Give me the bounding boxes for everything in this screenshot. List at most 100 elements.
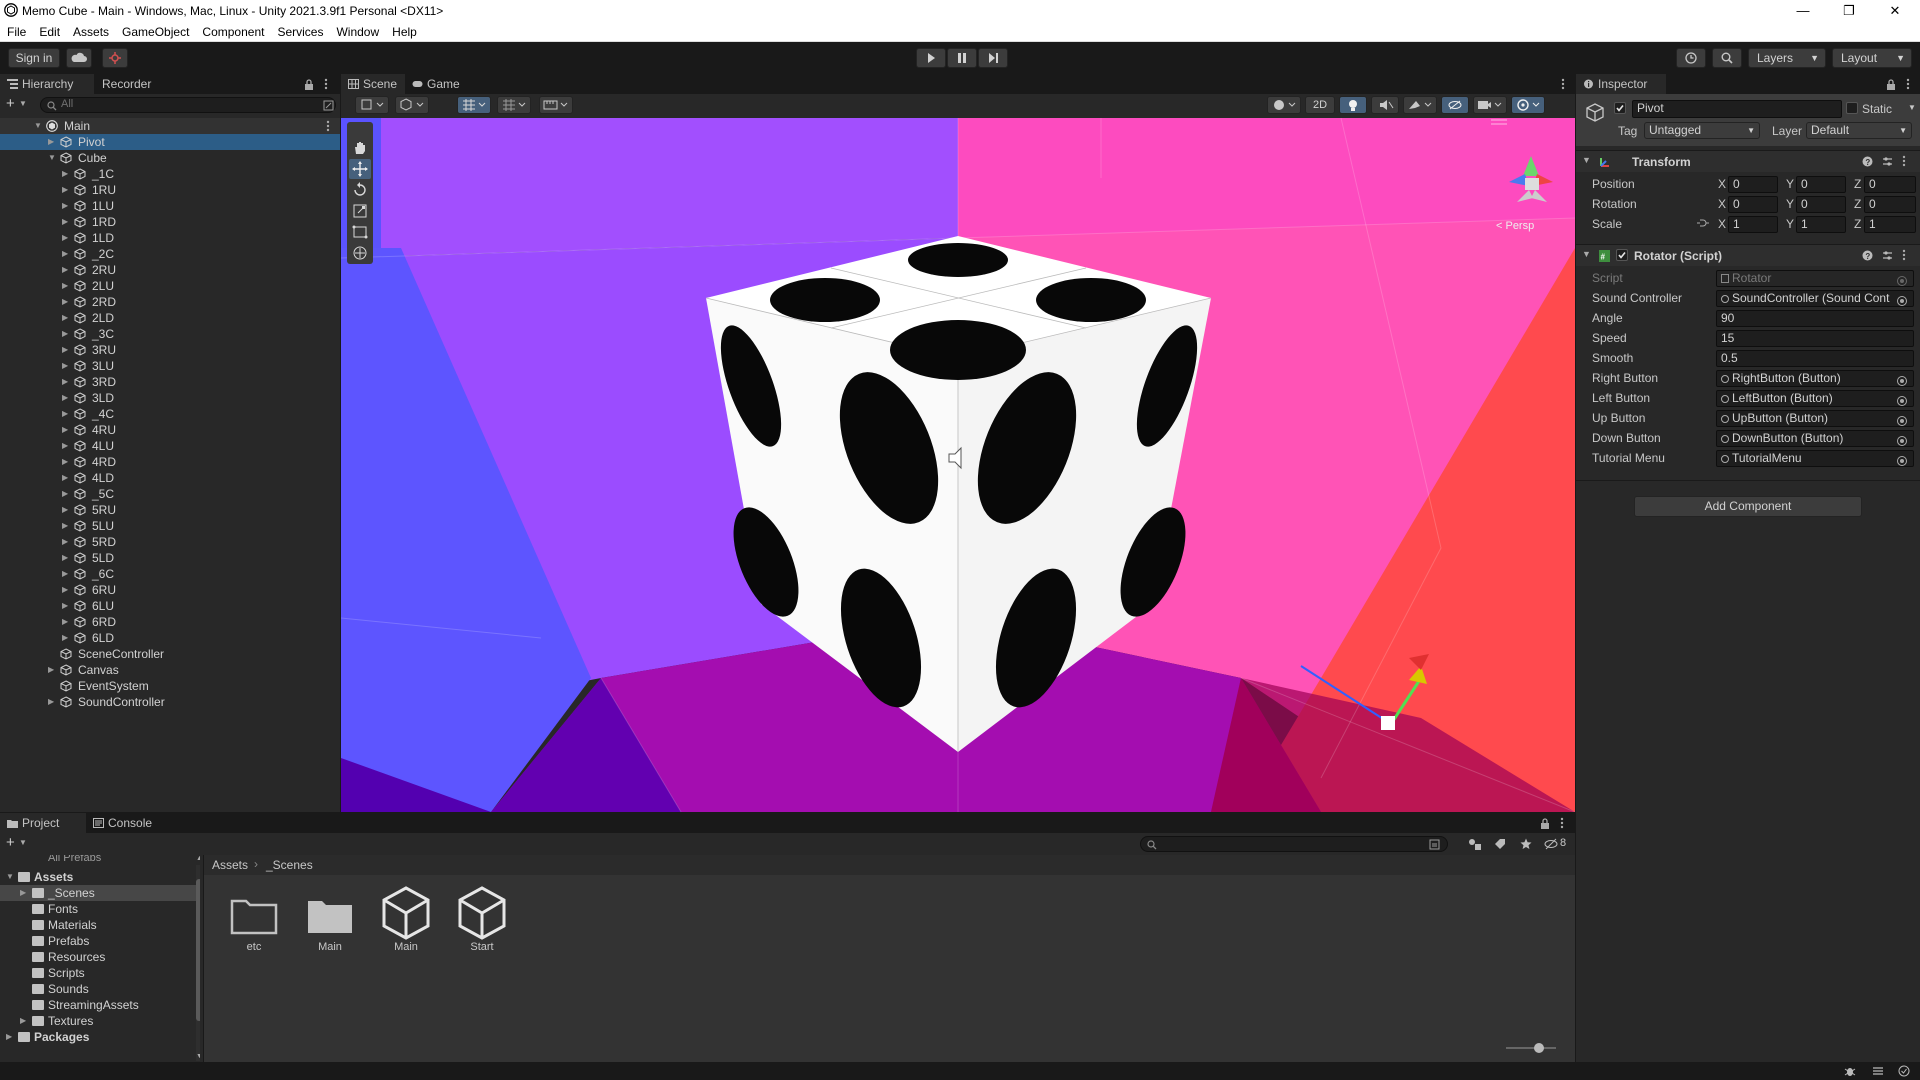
tab-recorder[interactable]: Recorder [94,74,159,94]
project-tree-item[interactable]: Resources [0,949,200,965]
tree-scrollbar-thumb[interactable] [196,879,200,1021]
layout-dropdown[interactable]: Layout ▼ [1832,48,1912,68]
fold-closed-icon[interactable]: ▶ [62,630,68,646]
fold-closed-icon[interactable]: ▶ [62,358,68,374]
hierarchy-item[interactable]: ▶ SoundController [0,694,340,710]
hierarchy-item[interactable]: ▶ 4LU [0,438,340,454]
chevron-down-icon[interactable]: ▼ [1908,103,1916,112]
projection-label[interactable]: < Persp [1496,220,1534,232]
transform-component-header[interactable]: ▼ Transform ? [1576,150,1920,172]
hidden-objects-toggle[interactable] [1441,96,1469,114]
collab-button[interactable] [102,48,128,68]
fold-closed-icon[interactable]: ▶ [62,422,68,438]
tab-inspector[interactable]: Inspector [1576,74,1666,94]
project-tree-item[interactable]: Prefabs [0,933,200,949]
project-tree-item[interactable]: Materials [0,917,200,933]
tab-hierarchy[interactable]: Hierarchy [0,74,94,94]
fold-closed-icon[interactable]: ▶ [62,198,68,214]
hierarchy-item[interactable]: ▶ 5LD [0,550,340,566]
more-options-icon[interactable] [1561,78,1565,90]
fold-closed-icon[interactable]: ▶ [6,1029,12,1045]
project-tree-item[interactable]: StreamingAssets [0,997,200,1013]
audio-toggle[interactable] [1371,96,1399,114]
hierarchy-item[interactable]: ▶ 1LD [0,230,340,246]
fold-closed-icon[interactable]: ▶ [62,582,68,598]
hierarchy-item[interactable]: ▶ 3RD [0,374,340,390]
hierarchy-item[interactable]: ▶ 6LD [0,630,340,646]
scene-visibility-icon[interactable] [323,100,334,111]
asset-item[interactable]: etc [216,879,292,959]
chevron-down-icon[interactable]: ▼ [19,838,27,847]
draw-mode-dropdown[interactable] [355,96,389,114]
hand-tool-button[interactable] [349,138,371,158]
rotator-field-value[interactable]: 90 [1716,310,1914,327]
rotator-field-value[interactable]: SoundController (Sound Cont [1716,290,1914,307]
hierarchy-item[interactable]: ▶ _3C [0,326,340,342]
menu-gameobject[interactable]: GameObject [115,22,195,39]
object-picker-icon[interactable] [1897,416,1907,426]
menu-edit[interactable]: Edit [32,22,66,39]
transform-scale-x-field[interactable]: 1 [1728,216,1778,233]
transform-scale-y-field[interactable]: 1 [1796,216,1846,233]
hierarchy-item[interactable]: ▶ _2C [0,246,340,262]
more-options-icon[interactable] [324,78,328,90]
icon-size-slider-track[interactable] [1506,1047,1556,1049]
hierarchy-item[interactable]: EventSystem [0,678,340,694]
hierarchy-item[interactable]: ▶ 5LU [0,518,340,534]
add-icon[interactable]: + [6,95,15,112]
fold-open-icon[interactable]: ▼ [34,118,42,134]
fold-closed-icon[interactable]: ▶ [62,598,68,614]
rotator-field-value[interactable]: UpButton (Button) [1716,410,1914,427]
help-icon[interactable]: ? [1862,250,1873,261]
transform-position-x-field[interactable]: 0 [1728,176,1778,193]
more-options-icon[interactable] [1560,817,1564,829]
rotator-field-value[interactable]: DownButton (Button) [1716,430,1914,447]
object-name-field[interactable]: Pivot [1632,100,1842,118]
lock-icon[interactable] [1540,818,1550,829]
rotate-tool-button[interactable] [349,180,371,200]
hierarchy-item[interactable]: ▶ 4LD [0,470,340,486]
filter-by-type-icon[interactable] [1468,838,1482,850]
hierarchy-item[interactable]: ▶ Canvas [0,662,340,678]
breadcrumb-assets[interactable]: Assets [212,858,248,872]
fold-closed-icon[interactable]: ▶ [62,294,68,310]
fold-open-icon[interactable]: ▼ [1582,249,1591,259]
preset-icon[interactable] [1882,156,1893,167]
lock-icon[interactable] [1886,79,1896,90]
fold-closed-icon[interactable]: ▶ [62,486,68,502]
fold-closed-icon[interactable]: ▶ [62,182,68,198]
tab-console[interactable]: Console [86,813,160,833]
favorites-star-icon[interactable] [1520,838,1532,850]
grid-snap-toggle[interactable] [457,96,491,114]
help-icon[interactable]: ? [1862,156,1873,167]
hierarchy-item[interactable]: ▶ _4C [0,406,340,422]
fold-closed-icon[interactable]: ▶ [62,534,68,550]
hierarchy-item[interactable]: ▶ 5RD [0,534,340,550]
gizmos-dropdown[interactable] [1511,96,1545,114]
scene-lighting-dropdown[interactable] [1267,96,1301,114]
hierarchy-item[interactable]: ▶ Pivot [0,134,340,150]
maximize-button[interactable]: ❐ [1826,0,1872,22]
all-prefabs-item[interactable]: All Prefabs [48,855,101,864]
transform-rotation-z-field[interactable]: 0 [1864,196,1916,213]
progress-icon[interactable] [1872,1065,1884,1077]
preset-icon[interactable] [1882,250,1893,261]
add-component-button[interactable]: Add Component [1634,496,1862,517]
hierarchy-item[interactable]: ▶ 3LD [0,390,340,406]
hierarchy-item[interactable]: ▶ _1C [0,166,340,182]
object-picker-icon[interactable] [1897,396,1907,406]
shading-dropdown[interactable] [395,96,429,114]
fold-closed-icon[interactable]: ▶ [62,454,68,470]
fold-closed-icon[interactable]: ▶ [62,342,68,358]
static-checkbox[interactable] [1846,102,1858,114]
hierarchy-item[interactable]: ▶ 2LD [0,310,340,326]
2d-mode-toggle[interactable]: 2D [1305,96,1335,114]
minimize-button[interactable]: — [1780,0,1826,22]
breadcrumb-scenes[interactable]: _Scenes [266,858,313,872]
menu-component[interactable]: Component [195,22,270,39]
fold-open-icon[interactable]: ▼ [1582,155,1591,165]
hierarchy-item[interactable]: ▶ 3LU [0,358,340,374]
hierarchy-item[interactable]: ▶ 6LU [0,598,340,614]
object-picker-icon[interactable] [1897,436,1907,446]
rotator-field-value[interactable]: LeftButton (Button) [1716,390,1914,407]
